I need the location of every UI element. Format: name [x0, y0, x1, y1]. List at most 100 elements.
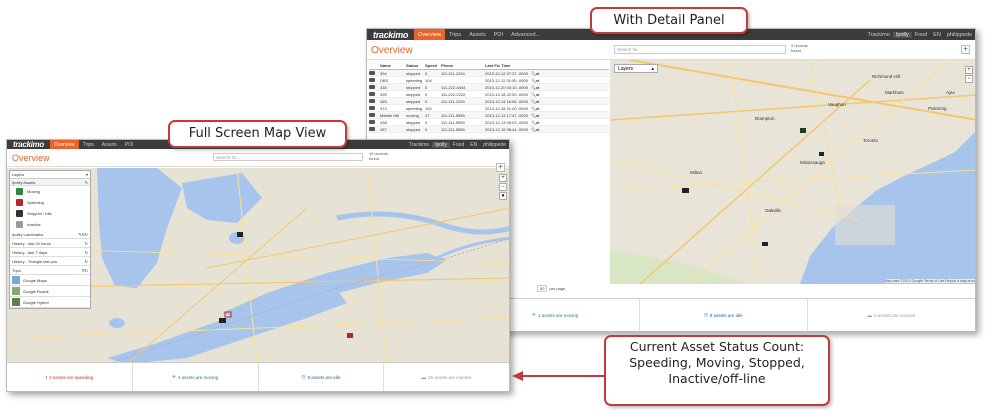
inactive-car-icon	[16, 221, 23, 228]
clock-icon: ◷	[703, 312, 708, 317]
layer-history-triangle[interactable]: History - Triangle last pos ↻	[10, 257, 90, 266]
legend-moving: Moving	[10, 186, 90, 197]
page-title: Overview	[371, 45, 413, 56]
nav-overview[interactable]: Overview	[49, 140, 79, 149]
zoom-out-button[interactable]: −	[965, 75, 973, 83]
car-icon	[369, 113, 375, 117]
layer-actions-icon: ✎⚲↻	[78, 232, 88, 237]
layers-header[interactable]: Layers ▾	[10, 171, 90, 179]
status-idle[interactable]: ◷ 8 assets are idle	[259, 363, 385, 391]
account-food[interactable]: Food	[450, 142, 467, 148]
layers-dropdown[interactable]: Layers ▴	[614, 64, 658, 73]
layer-history-7d[interactable]: History - last 7 days ↻	[10, 248, 90, 257]
alert-icon: !	[45, 374, 48, 380]
map-thumb-icon	[12, 276, 20, 284]
map-label: Brampton	[755, 116, 775, 121]
account-name[interactable]: Trackimo	[864, 32, 892, 38]
search-input[interactable]: Search for...	[213, 153, 363, 161]
map-label: Vaughan	[828, 102, 846, 107]
records-count: 9 records found	[791, 43, 808, 53]
full-screen-window: trackimo Overview Trips Assets POI Track…	[6, 139, 510, 392]
add-button[interactable]: +	[961, 45, 970, 54]
clock-icon: ◷	[301, 374, 306, 379]
account-user[interactable]: Ipolly	[892, 31, 912, 38]
nav-poi[interactable]: POI	[121, 140, 138, 149]
chevron-up-icon: ▴	[651, 66, 654, 72]
page-header: Overview Search for... 19 records found	[7, 149, 509, 167]
table-header: Name Status Speed Phone Last Fix Time	[369, 62, 609, 70]
table-row[interactable]: DBS speeding 104 2013-12-12 01:55 -0500 🔍⇄	[369, 77, 609, 84]
plane-icon: ✈	[532, 312, 536, 317]
moving-car-icon	[16, 188, 23, 195]
layer-group-assets[interactable]: Ipolity Assets ✎	[10, 179, 90, 186]
chevron-down-icon: ▾	[85, 172, 88, 177]
zoom-out-button[interactable]: −	[499, 183, 507, 191]
layer-landmarks[interactable]: Ipolity Landmarks ✎⚲↻	[10, 230, 90, 239]
records-count: 19 records found	[369, 151, 388, 161]
car-icon	[369, 92, 375, 96]
layers-panel: Layers ▾ Ipolity Assets ✎ Moving Speeding …	[9, 170, 91, 309]
speeding-car-icon	[16, 199, 23, 206]
nav-trips[interactable]: Trips	[79, 140, 98, 149]
zoom-in-button[interactable]: +	[499, 174, 507, 182]
account-name[interactable]: Trackimo	[406, 142, 432, 148]
map-type-google-roads[interactable]: Google Roads	[10, 286, 90, 297]
map-label: Mississauga	[800, 160, 825, 165]
page-header: Overview Search for... 9 records found +	[367, 40, 975, 60]
car-icon	[369, 99, 375, 103]
add-button[interactable]: +	[496, 163, 505, 172]
street-view-button[interactable]: ●	[499, 192, 507, 200]
nav-advanced[interactable]: Advanced...	[507, 29, 544, 40]
table-row[interactable]: 435 stopped 0 111-222-4444 2013-12-20 03:10 …	[369, 84, 609, 91]
table-row[interactable]: 438 stopped 0 111-111-5555 2013-12-13 09:03 …	[369, 119, 609, 126]
nav-assets[interactable]: Assets	[98, 140, 121, 149]
map-label: Oakville	[765, 208, 782, 213]
account-food[interactable]: Food	[912, 32, 931, 38]
callout-full-screen: Full Screen Map View	[168, 120, 347, 148]
search-input[interactable]: Search for...	[614, 45, 786, 54]
map-label: Markham	[885, 90, 904, 95]
status-moving[interactable]: ✈ 4 assets are moving	[133, 363, 259, 391]
zoom-controls: + − ●	[499, 174, 507, 200]
edit-icon: ✎	[84, 180, 88, 185]
layer-trips[interactable]: Trips ⚲↻	[10, 266, 90, 275]
nav-overview[interactable]: Overview	[414, 29, 446, 40]
user-profile[interactable]: philippede	[480, 142, 509, 148]
legend-inactive: Inactive	[10, 219, 90, 230]
map-type-google-hybrid[interactable]: Google Hybrid	[10, 297, 90, 308]
table-row[interactable]: 394 stopped 0 111-111-1234 2013-12-12 07:37 …	[369, 70, 609, 77]
map-label: Milton	[690, 170, 703, 175]
nav-assets[interactable]: Assets	[465, 29, 490, 40]
status-inactive[interactable]: ▬ 15 assets are inactive	[384, 363, 509, 391]
language-select[interactable]: EN	[467, 142, 480, 148]
refresh-icon: ↻	[84, 241, 88, 246]
language-select[interactable]: EN	[930, 32, 944, 38]
user-profile[interactable]: philippede	[944, 32, 975, 38]
stopped-car-icon	[16, 210, 23, 217]
nav-poi[interactable]: POI	[490, 29, 507, 40]
table-row[interactable]: 465 stopped 0 111-111-1234 2013-12-14 16:56 …	[369, 98, 609, 105]
page-title: Overview	[12, 153, 50, 163]
car-icon	[369, 78, 375, 82]
zoom-controls: + −	[965, 66, 973, 83]
map-label: Toronto	[863, 138, 879, 143]
detail-map[interactable]: Layers ▴ + − Toronto Mississauga Brampton…	[610, 60, 975, 284]
layer-history-24h[interactable]: History - last 24 hours ↻	[10, 239, 90, 248]
page-size-select[interactable]: 50	[537, 285, 548, 292]
table-row[interactable]: 495 stopped 0 111-222-2222 2013-12-18 22:50 …	[369, 91, 609, 98]
nav-trips[interactable]: Trips	[445, 29, 465, 40]
table-row[interactable]: Marble Hill moving 37 111-111-5555 2013-12-1…	[369, 112, 609, 119]
map-type-google-maps[interactable]: Google Maps	[10, 275, 90, 286]
table-row[interactable]: 474 speeding 104 2013-12-18 21:00 -0500 🔍⇄	[369, 105, 609, 112]
zoom-in-button[interactable]: +	[965, 66, 973, 74]
car-icon	[369, 85, 375, 89]
status-speeding[interactable]: ! 3 assets are speeding	[7, 363, 133, 391]
status-idle[interactable]: ◷ 8 assets are idle	[640, 299, 808, 331]
map-copyright: Map data ©2013 Google Terms of Use Repor…	[884, 279, 975, 283]
plane-icon: ✈	[172, 374, 176, 379]
table-row[interactable]: 457 stopped 0 111-111-5555 2013-12-15 06:44 …	[369, 126, 609, 133]
full-map[interactable]: Layers ▾ Ipolity Assets ✎ Moving Speeding …	[7, 168, 509, 364]
car-icon	[369, 127, 375, 131]
status-inactive[interactable]: ▬ 6 assets are inactive	[808, 299, 975, 331]
account-user[interactable]: Ipolly	[432, 141, 450, 148]
